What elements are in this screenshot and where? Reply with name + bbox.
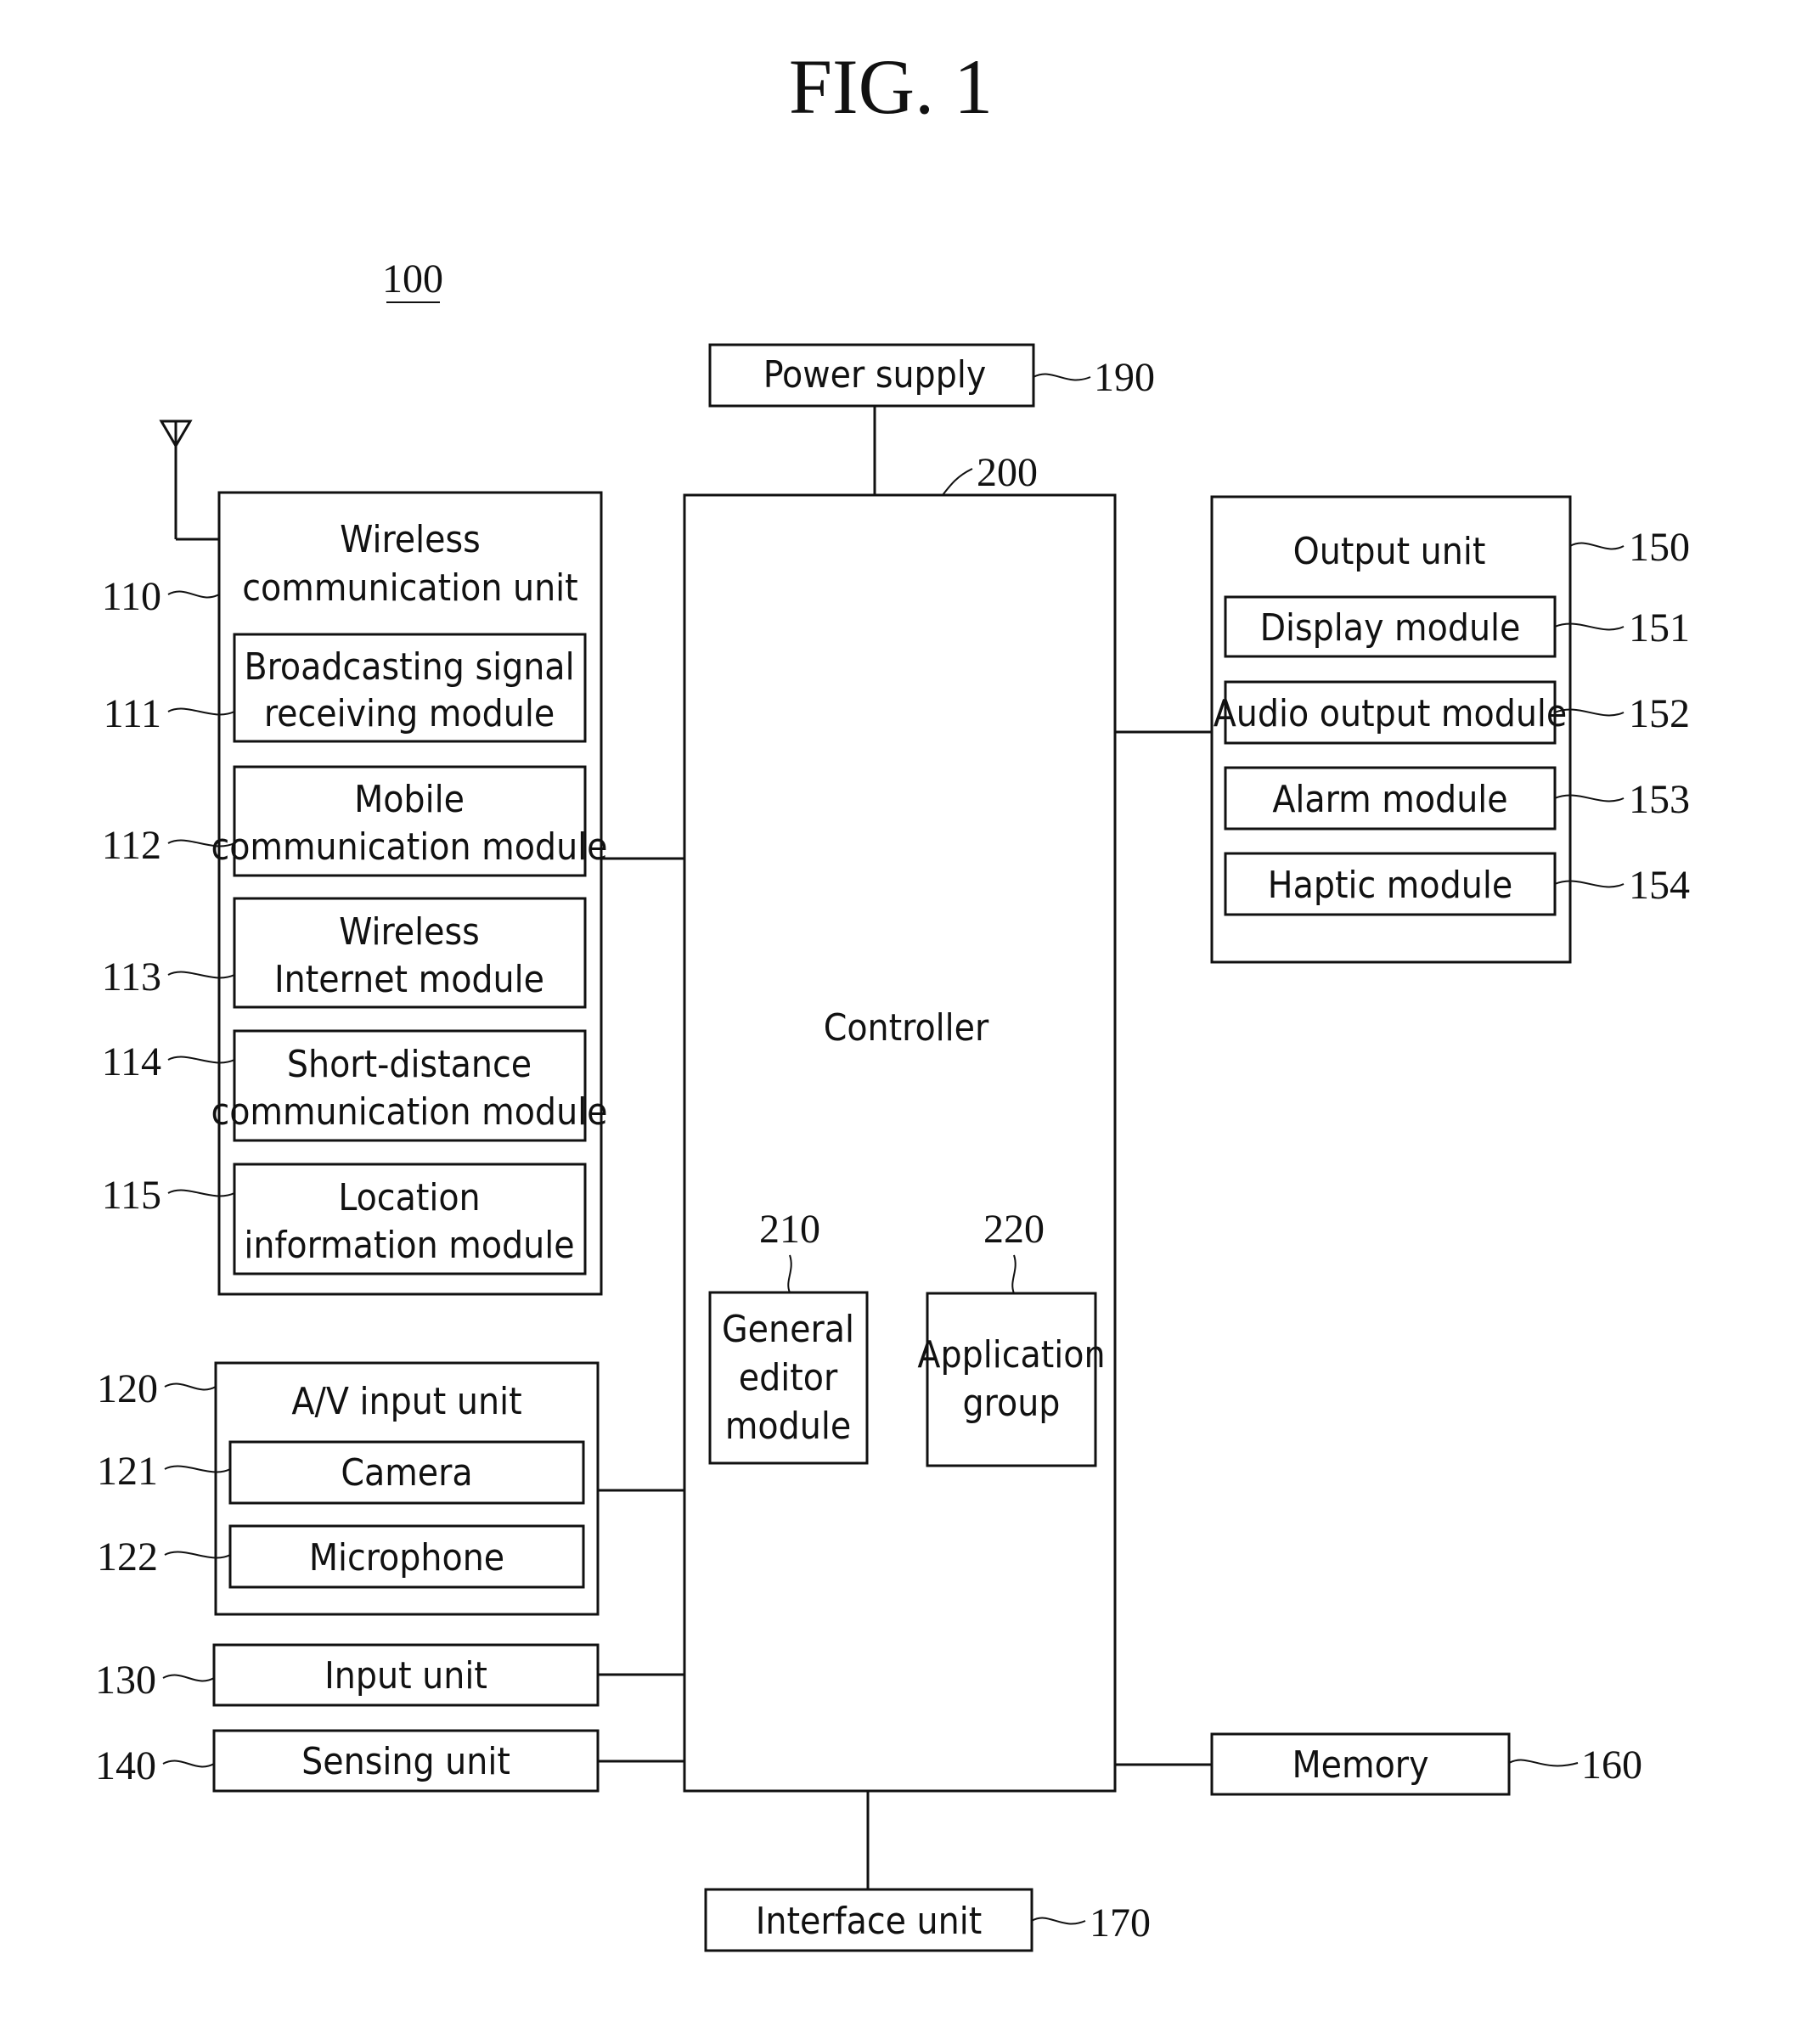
ref-130: 130 [95,1658,156,1703]
location-module-block: Location information module [233,1163,587,1275]
ref-200: 200 [977,450,1038,495]
audio-output-module-block: Audio output module [1214,680,1568,745]
figure-title: FIG. 1 [789,43,993,130]
ref-113: 113 [102,954,161,999]
general-editor-label-line1: General [722,1308,854,1351]
display-module-block: Display module [1224,595,1557,658]
ref-190: 190 [1094,355,1155,400]
haptic-module-block: Haptic module [1224,852,1557,916]
ref-152: 152 [1629,691,1690,736]
broadcasting-module-block: Broadcasting signal receiving module [233,633,587,743]
ref-leader-170 [1031,1917,1086,1925]
ref-170: 170 [1090,1900,1151,1945]
wireless-internet-label-line1: Wireless [339,910,479,954]
camera-block: Camera [228,1440,585,1505]
mobile-comm-label-line1: Mobile [354,778,465,821]
memory-block: Memory [1210,1732,1511,1796]
controller-block: Controller [683,493,1117,1793]
camera-label: Camera [341,1451,472,1495]
ref-150: 150 [1629,525,1690,570]
block-diagram: FIG. 1 100 Power supply 190 Controller 2… [95,43,1690,1952]
general-editor-label-line2: editor [739,1356,838,1399]
ref-leader-120 [164,1382,217,1391]
memory-label: Memory [1292,1743,1429,1787]
display-module-label: Display module [1260,606,1521,650]
power-supply-block: Power supply [708,343,1035,408]
output-unit-label: Output unit [1293,530,1486,573]
mobile-communication-module-block: Mobile communication module [211,765,608,877]
controller-label: Controller [824,1006,989,1050]
sensing-unit-block: Sensing unit [212,1729,600,1793]
ref-210: 210 [759,1207,820,1252]
ref-leader-110 [167,590,220,599]
interface-unit-block: Interface unit [704,1888,1033,1952]
ref-leader-130 [162,1674,215,1682]
application-group-label-line1: Application [917,1333,1105,1377]
ref-114: 114 [102,1039,161,1084]
av-input-label: A/V input unit [291,1380,521,1423]
short-distance-label-line2: communication module [211,1090,607,1134]
haptic-module-label: Haptic module [1268,864,1512,907]
general-editor-block: General editor module [708,1291,869,1465]
short-distance-module-block: Short-distance communication module [211,1029,608,1142]
alarm-module-block: Alarm module [1224,766,1557,831]
ref-151: 151 [1629,605,1690,650]
ref-leader-140 [162,1760,215,1768]
device-ref-label: 100 [382,256,443,301]
power-supply-label: Power supply [763,353,987,397]
ref-111: 111 [104,691,161,736]
wireless-unit-label-line2: communication unit [242,566,577,610]
general-editor-label-line3: module [725,1405,851,1448]
application-group-label-line2: group [963,1382,1061,1425]
broadcasting-label-line2: receiving module [264,692,555,735]
ref-120: 120 [97,1366,158,1411]
ref-112: 112 [102,823,161,868]
ref-110: 110 [102,574,161,619]
antenna-icon [159,419,219,541]
ref-leader-190 [1033,373,1091,381]
microphone-label: Microphone [309,1536,504,1579]
application-group-block: Application group [917,1292,1106,1467]
wireless-internet-label-line2: Internet module [274,958,544,1001]
wireless-internet-module-block: Wireless Internet module [233,897,587,1009]
broadcasting-label-line1: Broadcasting signal [244,645,574,689]
alarm-module-label: Alarm module [1272,778,1507,821]
audio-output-label: Audio output module [1214,692,1568,735]
sensing-unit-label: Sensing unit [301,1740,510,1783]
interface-unit-label: Interface unit [756,1900,982,1943]
ref-160: 160 [1581,1743,1642,1788]
microphone-block: Microphone [228,1524,585,1589]
ref-121: 121 [97,1449,158,1494]
location-label-line2: information module [244,1224,574,1267]
ref-leader-200 [942,468,973,496]
ref-leader-150 [1569,542,1625,550]
input-unit-block: Input unit [212,1643,600,1707]
ref-220: 220 [983,1207,1045,1252]
ref-leader-160 [1508,1759,1579,1767]
ref-153: 153 [1629,777,1690,822]
short-distance-label-line1: Short-distance [287,1043,532,1086]
ref-115: 115 [102,1173,161,1218]
ref-154: 154 [1629,863,1690,908]
ref-140: 140 [95,1743,156,1788]
wireless-unit-label-line1: Wireless [340,518,480,561]
ref-122: 122 [97,1534,158,1579]
input-unit-label: Input unit [324,1654,487,1698]
mobile-comm-label-line2: communication module [211,825,607,869]
location-label-line1: Location [338,1176,480,1219]
